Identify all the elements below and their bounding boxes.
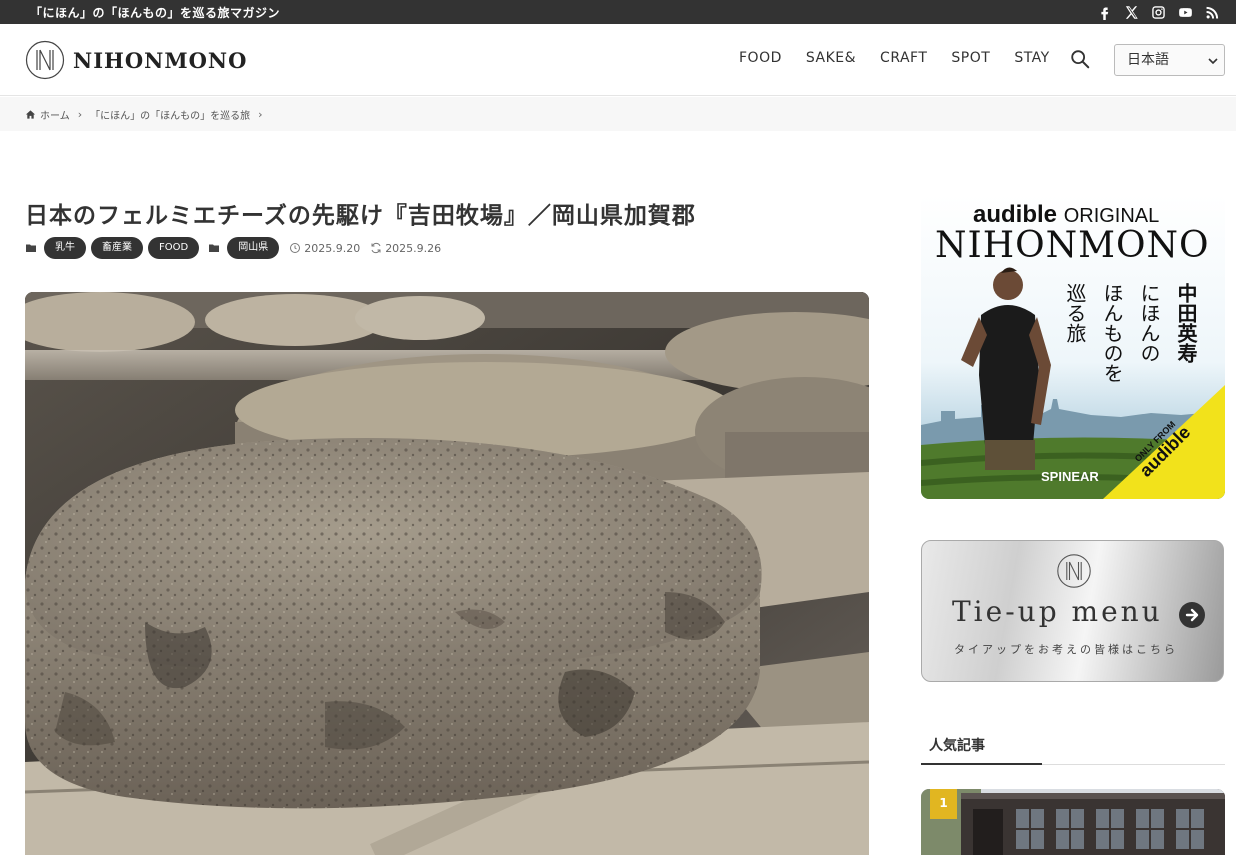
global-nav: FOOD SAKE& CRAFT SPOT STAY bbox=[727, 50, 1062, 66]
instagram-icon[interactable] bbox=[1150, 4, 1166, 20]
arrow-right-icon bbox=[1179, 602, 1205, 628]
tieup-menu-banner[interactable]: Tie-up menu タイアップをお考えの皆様はこちら bbox=[921, 540, 1224, 682]
breadcrumb: ホーム › 「にほん」の「ほんもの」を巡る旅 › bbox=[0, 97, 1236, 131]
home-icon bbox=[25, 109, 36, 119]
popular-posts-label: 人気記事 bbox=[929, 738, 985, 754]
refresh-icon bbox=[371, 242, 381, 254]
audible-ad-banner[interactable]: audible ORIGINAL NIHONMONO 中田英寿 にほんの ほんも… bbox=[921, 195, 1225, 499]
chevron-right-icon: › bbox=[258, 107, 263, 121]
ad-title: NIHONMONO bbox=[935, 225, 1210, 266]
article-meta: 乳牛 畜産業 FOOD 岡山県 2025.9.20 2025.9.26 bbox=[25, 237, 441, 259]
popular-post-thumbnail[interactable]: 1 bbox=[921, 789, 1225, 855]
nav-sake[interactable]: SAKE& bbox=[794, 50, 868, 66]
folder-icon bbox=[209, 244, 220, 252]
chevron-right-icon: › bbox=[77, 107, 83, 121]
nihonmono-emblem-icon bbox=[1057, 554, 1091, 588]
cheese-wheel-photo bbox=[25, 292, 869, 855]
ad-sponsor: SPINEAR bbox=[1041, 469, 1099, 484]
clock-icon bbox=[290, 243, 301, 253]
ad-brand-original: ORIGINAL bbox=[1063, 205, 1160, 227]
nav-food[interactable]: FOOD bbox=[727, 50, 794, 66]
ad-vertical-line-2: にほんの bbox=[1137, 283, 1161, 363]
chevron-down-icon bbox=[1208, 58, 1218, 65]
tag-region[interactable]: 岡山県 bbox=[227, 237, 280, 259]
facebook-icon[interactable] bbox=[1096, 4, 1112, 20]
logo-text: NIHONMONO bbox=[73, 47, 248, 73]
search-icon[interactable] bbox=[1069, 48, 1091, 70]
breadcrumb-home[interactable]: ホーム bbox=[25, 107, 70, 122]
ad-vertical-line-1: 中田英寿 bbox=[1174, 283, 1198, 363]
published-date-value: 2025.9.20 bbox=[304, 241, 361, 255]
rss-icon[interactable] bbox=[1204, 4, 1220, 20]
ad-vertical-line-3: ほんものを bbox=[1100, 283, 1124, 383]
heading-underline bbox=[921, 763, 1042, 765]
article-hero-image bbox=[25, 292, 869, 855]
site-tagline: 「にほん」の「ほんもの」を巡る旅マガジン bbox=[30, 6, 281, 20]
rank-badge: 1 bbox=[930, 789, 957, 819]
breadcrumb-home-label: ホーム bbox=[40, 110, 70, 122]
language-value: 日本語 bbox=[1127, 52, 1169, 68]
language-select[interactable]: 日本語 bbox=[1114, 44, 1225, 76]
published-date: 2025.9.20 bbox=[289, 242, 360, 255]
ad-vertical-line-4: 巡る旅 bbox=[1063, 283, 1087, 343]
popular-post-image bbox=[921, 789, 1225, 855]
tag-dairy-cow[interactable]: 乳牛 bbox=[44, 237, 86, 259]
nav-stay[interactable]: STAY bbox=[1002, 50, 1061, 66]
social-links bbox=[1096, 4, 1220, 20]
ad-brand-audible: audible bbox=[973, 201, 1058, 228]
tieup-subtitle: タイアップをお考えの皆様はこちら bbox=[954, 643, 1178, 656]
breadcrumb-category[interactable]: 「にほん」の「ほんもの」を巡る旅 bbox=[90, 107, 250, 122]
top-bar: 「にほん」の「ほんもの」を巡る旅マガジン bbox=[0, 0, 1236, 24]
nav-craft[interactable]: CRAFT bbox=[868, 50, 939, 66]
youtube-icon[interactable] bbox=[1177, 4, 1193, 20]
tieup-title: Tie-up menu bbox=[952, 595, 1163, 628]
nav-spot[interactable]: SPOT bbox=[939, 50, 1002, 66]
updated-date-value: 2025.9.26 bbox=[385, 241, 442, 255]
breadcrumb-category-label: 「にほん」の「ほんもの」を巡る旅 bbox=[90, 110, 251, 122]
popular-posts-heading: 人気記事 bbox=[921, 728, 1225, 765]
tag-livestock[interactable]: 畜産業 bbox=[91, 237, 143, 259]
nihonmono-emblem-icon bbox=[25, 40, 65, 80]
x-icon[interactable] bbox=[1123, 4, 1139, 20]
site-logo[interactable]: NIHONMONO bbox=[25, 40, 247, 80]
folder-icon bbox=[26, 244, 36, 252]
article-title: 日本のフェルミエチーズの先駆け『吉田牧場』／岡山県加賀郡 bbox=[25, 203, 696, 229]
tag-food[interactable]: FOOD bbox=[148, 237, 200, 259]
site-header: NIHONMONO FOOD SAKE& CRAFT SPOT STAY 日本語 bbox=[0, 24, 1236, 96]
updated-date: 2025.9.26 bbox=[370, 242, 441, 255]
